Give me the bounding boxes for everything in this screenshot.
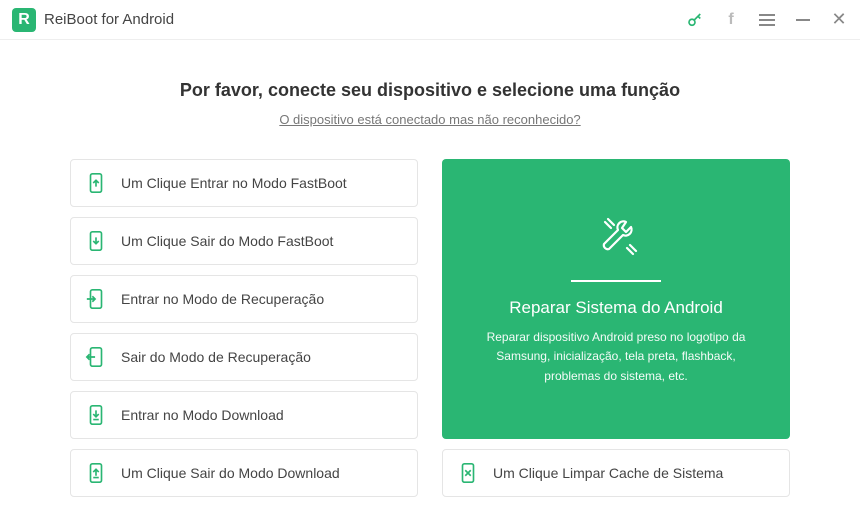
option-label: Sair do Modo de Recuperação bbox=[121, 349, 311, 365]
left-column: Um Clique Entrar no Modo FastBoot Um Cli… bbox=[70, 159, 418, 497]
exit-fastboot-button[interactable]: Um Clique Sair do Modo FastBoot bbox=[70, 217, 418, 265]
page-heading: Por favor, conecte seu dispositivo e sel… bbox=[70, 80, 790, 101]
option-label: Um Clique Sair do Modo FastBoot bbox=[121, 233, 333, 249]
device-not-recognized-link[interactable]: O dispositivo está conectado mas não rec… bbox=[279, 112, 580, 127]
main-content: Por favor, conecte seu dispositivo e sel… bbox=[0, 40, 860, 527]
option-label: Entrar no Modo Download bbox=[121, 407, 284, 423]
option-label: Um Clique Limpar Cache de Sistema bbox=[493, 465, 723, 481]
titlebar-controls: f ✕ bbox=[686, 11, 848, 29]
app-title: ReiBoot for Android bbox=[44, 11, 174, 28]
tools-icon bbox=[591, 212, 641, 262]
enter-fastboot-button[interactable]: Um Clique Entrar no Modo FastBoot bbox=[70, 159, 418, 207]
exit-recovery-button[interactable]: Sair do Modo de Recuperação bbox=[70, 333, 418, 381]
logo-icon: R bbox=[12, 8, 36, 32]
minimize-icon[interactable] bbox=[794, 11, 812, 29]
repair-description: Reparar dispositivo Android preso no log… bbox=[472, 328, 760, 386]
phone-arrow-in-icon bbox=[85, 288, 107, 310]
menu-icon[interactable] bbox=[758, 11, 776, 29]
phone-upload-icon bbox=[85, 462, 107, 484]
app-logo: R ReiBoot for Android bbox=[12, 8, 174, 32]
phone-download-icon bbox=[85, 404, 107, 426]
right-column: Reparar Sistema do Android Reparar dispo… bbox=[442, 159, 790, 497]
repair-title: Reparar Sistema do Android bbox=[509, 298, 723, 318]
card-divider bbox=[571, 280, 661, 282]
facebook-icon[interactable]: f bbox=[722, 11, 740, 29]
phone-clear-icon bbox=[457, 462, 479, 484]
exit-download-button[interactable]: Um Clique Sair do Modo Download bbox=[70, 449, 418, 497]
help-link-wrap: O dispositivo está conectado mas não rec… bbox=[70, 111, 790, 129]
repair-system-card[interactable]: Reparar Sistema do Android Reparar dispo… bbox=[442, 159, 790, 439]
option-label: Entrar no Modo de Recuperação bbox=[121, 291, 324, 307]
phone-arrow-out-icon bbox=[85, 346, 107, 368]
options-grid: Um Clique Entrar no Modo FastBoot Um Cli… bbox=[70, 159, 790, 497]
option-label: Um Clique Entrar no Modo FastBoot bbox=[121, 175, 347, 191]
phone-arrow-down-icon bbox=[85, 230, 107, 252]
titlebar: R ReiBoot for Android f ✕ bbox=[0, 0, 860, 40]
clear-cache-button[interactable]: Um Clique Limpar Cache de Sistema bbox=[442, 449, 790, 497]
enter-recovery-button[interactable]: Entrar no Modo de Recuperação bbox=[70, 275, 418, 323]
phone-arrow-up-icon bbox=[85, 172, 107, 194]
option-label: Um Clique Sair do Modo Download bbox=[121, 465, 340, 481]
close-icon[interactable]: ✕ bbox=[830, 11, 848, 29]
enter-download-button[interactable]: Entrar no Modo Download bbox=[70, 391, 418, 439]
key-icon[interactable] bbox=[686, 11, 704, 29]
